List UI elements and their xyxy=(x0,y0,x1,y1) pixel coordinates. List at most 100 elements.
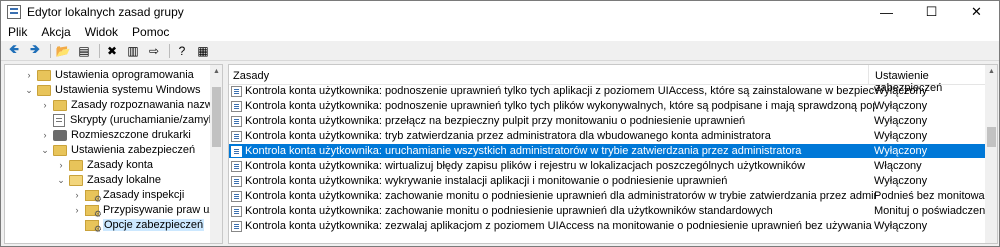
tree-item-label: Ustawienia zabezpieczeń xyxy=(71,144,196,156)
tree-item-zasady-konta[interactable]: › Zasady konta xyxy=(56,158,154,172)
policy-setting: Włączony xyxy=(874,160,922,172)
tree-item-label: Skrypty (uruchamianie/zamykanie) xyxy=(70,114,223,126)
policy-name: Kontrola konta użytkownika: wirtualizuj … xyxy=(245,160,806,172)
policy-icon xyxy=(231,160,242,172)
table-row[interactable]: Kontrola konta użytkownika: wirtualizuj … xyxy=(229,159,985,173)
policy-setting: Wyłączony xyxy=(874,100,928,112)
menu-akcja[interactable]: Akcja xyxy=(34,25,77,39)
toolbar-separator xyxy=(99,43,100,58)
tree-pane: › Ustawienia oprogramowania ⌄ Ustawienia… xyxy=(4,64,223,244)
menu-plik[interactable]: Plik xyxy=(1,25,34,39)
tree-scrollbar[interactable]: ▲ xyxy=(210,65,222,243)
table-row[interactable]: Kontrola konta użytkownika: zachowanie m… xyxy=(229,189,997,203)
tree-item-label: Zasady inspekcji xyxy=(103,189,185,201)
folder-icon xyxy=(37,69,51,81)
window-title: Edytor lokalnych zasad grupy xyxy=(27,5,184,19)
window-controls: — ☐ ✕ xyxy=(864,1,999,23)
policy-name: Kontrola konta użytkownika: zachowanie m… xyxy=(245,205,773,217)
tree-item-zasady-lokalne[interactable]: ⌄ Zasady lokalne xyxy=(56,173,161,187)
help-icon[interactable]: ? xyxy=(173,43,191,59)
policy-name: Kontrola konta użytkownika: wykrywanie i… xyxy=(245,175,728,187)
table-row-selected[interactable]: Kontrola konta użytkownika: uruchamianie… xyxy=(229,144,985,158)
column-header-row: Zasady Ustawienie zabezpieczeń xyxy=(229,65,985,94)
tree-item-przypisywanie-praw[interactable]: › Przypisywanie praw użytkowr xyxy=(72,203,223,220)
folder-icon xyxy=(53,144,67,156)
expand-chevron-icon[interactable]: › xyxy=(56,160,66,170)
tree-item-opcje-zabezpieczen[interactable]: Opcje zabezpieczeń xyxy=(72,218,205,235)
minimize-button[interactable]: — xyxy=(864,1,909,23)
tree-item-skrypty[interactable]: Skrypty (uruchamianie/zamykanie) xyxy=(40,113,223,127)
list-scroll-thumb[interactable] xyxy=(987,127,996,147)
toolbar-separator xyxy=(50,43,51,58)
delete-icon[interactable]: ✖ xyxy=(103,43,121,59)
scroll-up-icon[interactable]: ▲ xyxy=(985,65,997,78)
tree-item-label: Ustawienia systemu Windows xyxy=(55,84,201,96)
table-row[interactable]: Kontrola konta użytkownika: zezwalaj apl… xyxy=(229,219,985,233)
policy-folder-icon xyxy=(85,204,102,220)
tree-item-label: Opcje zabezpieczeń xyxy=(103,219,205,231)
policy-setting: Wyłączony xyxy=(874,175,928,187)
open-folder-icon xyxy=(69,174,83,186)
close-button[interactable]: ✕ xyxy=(954,1,999,23)
table-row[interactable]: Kontrola konta użytkownika: przełącz na … xyxy=(229,114,985,128)
tree-item-ustawienia-systemu-windows[interactable]: ⌄ Ustawienia systemu Windows xyxy=(24,83,201,97)
column-divider[interactable] xyxy=(868,65,869,85)
forward-arrow-icon[interactable]: 🡺 xyxy=(26,42,44,59)
policy-name: Kontrola konta użytkownika: zezwalaj apl… xyxy=(245,220,875,232)
tree-item-zasady-rozpoznawania-nazw[interactable]: › Zasady rozpoznawania nazw xyxy=(40,98,213,112)
table-row[interactable]: Kontrola konta użytkownika: wykrywanie i… xyxy=(229,174,985,188)
table-row[interactable]: Kontrola konta użytkownika: tryb zatwier… xyxy=(229,129,985,143)
policy-icon xyxy=(231,85,242,97)
back-arrow-icon[interactable]: 🡸 xyxy=(5,42,23,59)
table-row[interactable]: Kontrola konta użytkownika: zachowanie m… xyxy=(229,204,994,218)
up-folder-icon[interactable]: 📂 xyxy=(54,43,72,59)
export-list-icon[interactable]: ⇨ xyxy=(145,43,163,59)
column-header-zasady[interactable]: Zasady xyxy=(233,70,269,82)
properties-icon[interactable]: ▥ xyxy=(124,43,142,59)
policy-icon xyxy=(231,175,242,187)
policy-setting: Wyłączony xyxy=(874,145,928,157)
policy-icon xyxy=(231,220,242,232)
list-scrollbar[interactable]: ▲ xyxy=(985,65,997,243)
menu-widok[interactable]: Widok xyxy=(78,25,125,39)
collapse-chevron-icon[interactable]: ⌄ xyxy=(24,85,34,96)
policy-name: Kontrola konta użytkownika: tryb zatwier… xyxy=(245,130,771,142)
table-row[interactable]: Kontrola konta użytkownika: podnoszenie … xyxy=(229,99,985,113)
policy-icon xyxy=(231,145,242,157)
show-hide-tree-icon[interactable]: ▤ xyxy=(75,43,93,59)
expand-chevron-icon[interactable]: › xyxy=(72,205,82,215)
policy-setting: Wyłączony xyxy=(874,220,928,232)
expand-chevron-icon[interactable]: › xyxy=(24,70,34,80)
policy-icon xyxy=(231,115,242,127)
policy-setting: Podnieś bez monitowania xyxy=(874,190,998,202)
policy-list-pane: Zasady Ustawienie zabezpieczeń Kontrola … xyxy=(228,64,998,244)
policy-icon xyxy=(231,130,242,142)
view-icon[interactable]: ▦ xyxy=(194,43,212,59)
title-bar: Edytor lokalnych zasad grupy — ☐ ✕ xyxy=(1,1,999,23)
tree-scroll-thumb[interactable] xyxy=(212,87,221,147)
menu-pomoc[interactable]: Pomoc xyxy=(125,25,176,39)
tree-item-label: Rozmieszczone drukarki xyxy=(71,129,191,141)
app-window: Edytor lokalnych zasad grupy — ☐ ✕ Plik … xyxy=(0,0,1000,247)
collapse-chevron-icon[interactable]: ⌄ xyxy=(56,175,66,186)
expand-chevron-icon[interactable]: › xyxy=(40,130,50,140)
tree-item-zasady-inspekcji[interactable]: › Zasady inspekcji xyxy=(72,188,185,205)
tree-item-label: Zasady lokalne xyxy=(87,174,161,186)
tree-item-ustawienia-zabezpieczen[interactable]: ⌄ Ustawienia zabezpieczeń xyxy=(40,143,195,157)
policy-icon xyxy=(231,100,242,112)
tree-item-rozmieszczone-drukarki[interactable]: › Rozmieszczone drukarki xyxy=(40,128,191,142)
maximize-button[interactable]: ☐ xyxy=(909,1,954,23)
tree-item-label: Ustawienia oprogramowania xyxy=(55,69,194,81)
table-row[interactable]: Kontrola konta użytkownika: podnoszenie … xyxy=(229,84,985,98)
policy-editor-icon xyxy=(7,5,21,19)
policy-folder-icon xyxy=(85,219,102,235)
tree-item-ustawienia-oprogramowania[interactable]: › Ustawienia oprogramowania xyxy=(24,68,194,82)
policy-icon xyxy=(231,190,242,202)
expand-chevron-icon[interactable]: › xyxy=(40,100,50,110)
collapse-chevron-icon[interactable]: ⌄ xyxy=(40,145,50,156)
folder-icon xyxy=(53,99,67,111)
policy-setting: Wyłączony xyxy=(874,115,928,127)
expand-chevron-icon[interactable]: › xyxy=(72,190,82,200)
scroll-up-icon[interactable]: ▲ xyxy=(210,65,222,78)
policy-icon xyxy=(231,205,242,217)
